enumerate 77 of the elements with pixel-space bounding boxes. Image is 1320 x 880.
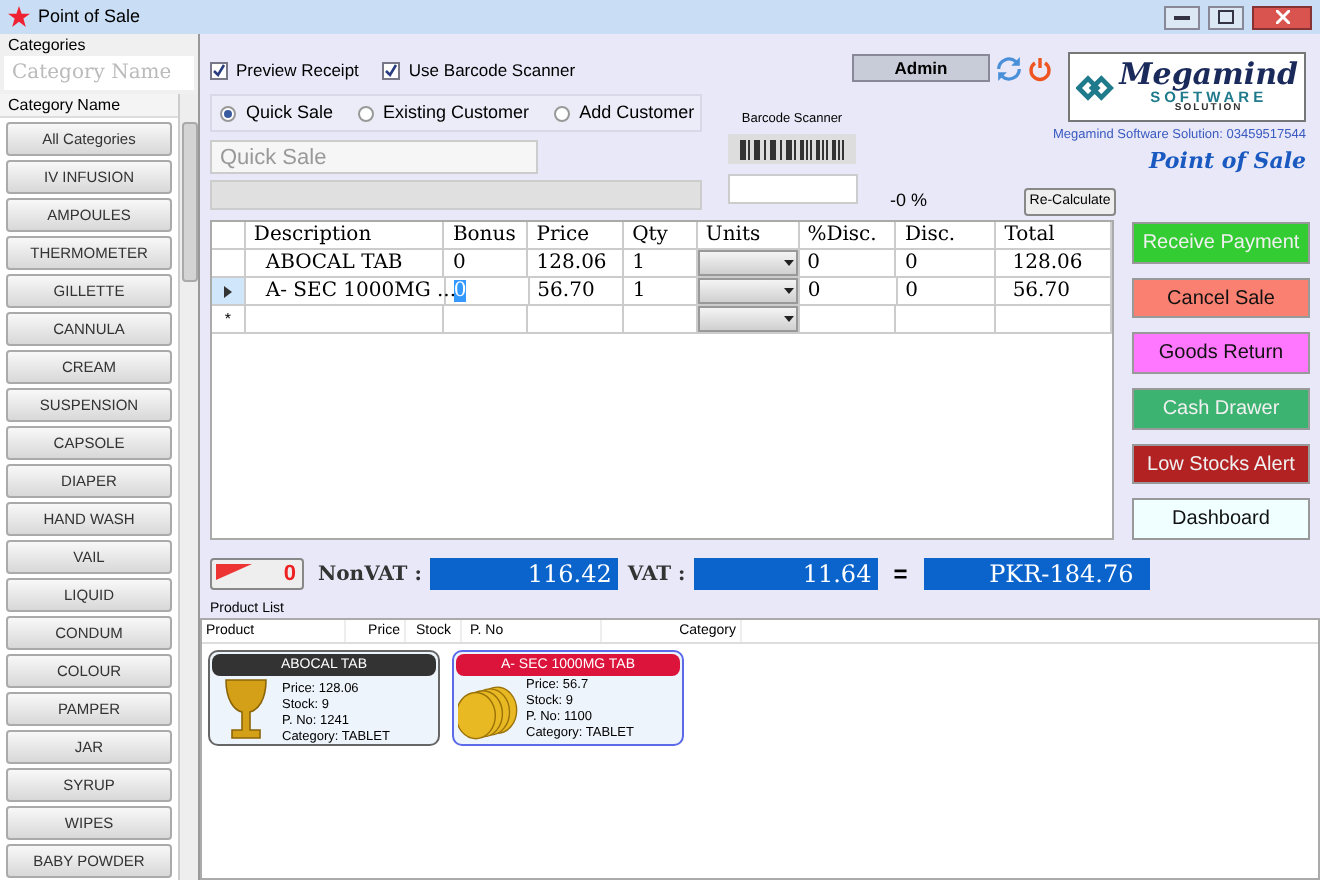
nonvat-label: NonVAT : xyxy=(318,561,422,589)
scrollbar[interactable] xyxy=(178,94,198,880)
radio-button[interactable] xyxy=(357,105,374,121)
close-icon xyxy=(1275,10,1289,24)
radio-label: Quick Sale xyxy=(246,99,334,126)
column-header: Category Name xyxy=(0,94,178,118)
barcode-icon xyxy=(728,133,856,164)
refresh-icon[interactable] xyxy=(996,55,1022,81)
column-header: %Disc. xyxy=(799,222,897,250)
table-cell: 0 xyxy=(897,278,997,306)
action-button[interactable]: Goods Return xyxy=(1132,332,1310,375)
discount-percent: -0 % xyxy=(890,188,930,215)
table-cell: 56.70 xyxy=(996,278,1112,306)
maximize-icon xyxy=(1218,10,1234,24)
checkbox[interactable] xyxy=(382,61,401,79)
caret-icon xyxy=(783,316,794,322)
table-cell: 56.70 xyxy=(529,278,625,306)
equals-sign: = xyxy=(893,558,908,592)
nonvat-value: 116.42 xyxy=(429,558,618,590)
column-header: Disc. xyxy=(896,222,997,250)
caret-icon xyxy=(783,288,794,294)
column-header: Total xyxy=(996,222,1112,250)
table-cell: 128.06 xyxy=(996,250,1112,278)
radio-label: Add Customer xyxy=(579,99,695,126)
action-button[interactable]: Low Stocks Alert xyxy=(1132,443,1310,485)
table-cell: 128.06 xyxy=(528,250,625,278)
power-icon[interactable] xyxy=(1028,55,1052,81)
column-header: Qty xyxy=(624,222,698,250)
row-header[interactable] xyxy=(212,278,246,306)
column-header: Price xyxy=(528,222,625,250)
table-cell[interactable] xyxy=(528,306,625,334)
customer-field[interactable]: Quick Sale xyxy=(210,140,538,174)
table-cell: 0 xyxy=(799,250,897,278)
units-dropdown[interactable] xyxy=(697,306,798,332)
table-cell: 0 xyxy=(799,278,898,306)
goblet-icon xyxy=(220,678,272,744)
radio-button[interactable] xyxy=(553,105,570,121)
table-cell[interactable] xyxy=(996,306,1112,334)
radio-label: Existing Customer xyxy=(383,99,530,126)
table-cell[interactable] xyxy=(799,306,897,334)
categories-label: Categories xyxy=(6,34,88,56)
action-button[interactable]: Cancel Sale xyxy=(1132,277,1310,319)
checkbox[interactable] xyxy=(210,61,228,79)
star-icon xyxy=(8,6,30,28)
caret-icon xyxy=(783,260,794,266)
table-cell[interactable] xyxy=(896,306,997,334)
item-count-button[interactable]: 0 xyxy=(210,558,304,590)
maximize-button[interactable] xyxy=(1208,5,1244,29)
grid-corner-cell xyxy=(212,222,246,250)
brand-name: Megamind xyxy=(1119,59,1298,90)
checkbox-label: Preview Receipt xyxy=(236,57,359,83)
table-cell: 0 xyxy=(896,250,997,278)
user-button[interactable]: Admin xyxy=(852,54,990,82)
action-button[interactable]: Dashboard xyxy=(1132,498,1310,541)
current-row-icon xyxy=(223,285,232,297)
barcode-field[interactable] xyxy=(727,173,857,204)
units-dropdown[interactable] xyxy=(698,278,798,304)
column-header: Description xyxy=(245,222,445,250)
close-button[interactable] xyxy=(1252,5,1312,29)
radio-button[interactable] xyxy=(220,105,236,121)
column-header: Bonus xyxy=(444,222,529,250)
minimize-button[interactable] xyxy=(1164,5,1200,29)
units-dropdown[interactable] xyxy=(697,250,798,276)
vat-value: 11.64 xyxy=(693,558,878,590)
minimize-icon xyxy=(1174,14,1190,20)
table-cell: 0 xyxy=(444,250,529,278)
coins-icon xyxy=(458,682,522,742)
window-title: Point of Sale xyxy=(38,3,141,30)
flag-icon xyxy=(216,564,252,580)
checkbox-label: Use Barcode Scanner xyxy=(408,57,576,83)
product-title: Point of Sale xyxy=(1148,145,1306,178)
table-cell[interactable] xyxy=(444,306,529,334)
vat-label: VAT : xyxy=(627,561,686,589)
grand-total-value: PKR-184.76 xyxy=(923,558,1150,590)
table-cell[interactable] xyxy=(245,306,445,334)
category-search-field[interactable]: Category Name xyxy=(4,56,194,90)
table-cell: ABOCAL TAB xyxy=(245,250,445,278)
